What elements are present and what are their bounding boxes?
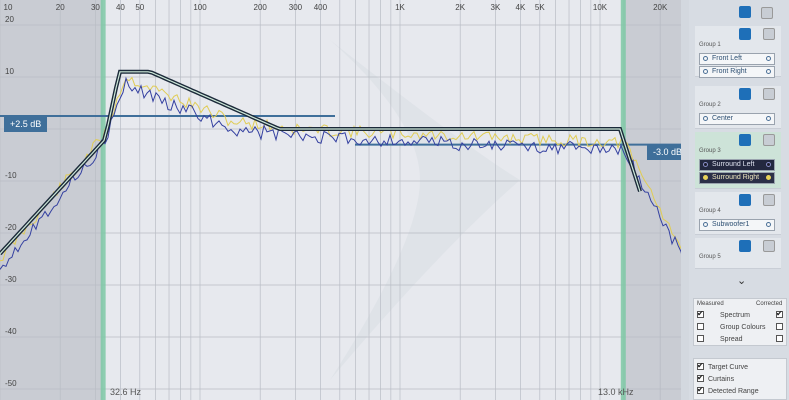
channel-subwoofer1[interactable]: Subwoofer1 xyxy=(699,219,775,231)
group-card-5[interactable]: Group 5 xyxy=(695,238,781,269)
channel-indicator-icon xyxy=(703,56,708,61)
channel-surround-right[interactable]: Surround Right xyxy=(699,172,775,184)
x-tick-label: 200 xyxy=(253,3,267,12)
x-tick-label: 300 xyxy=(288,3,303,12)
y-tick-label: 10 xyxy=(5,67,14,76)
y-tick-label: -10 xyxy=(5,171,17,180)
channel-indicator-icon xyxy=(766,222,771,227)
channel-indicator-icon xyxy=(766,69,771,74)
curtains-checkbox[interactable] xyxy=(697,373,704,382)
group-title: Group 4 xyxy=(699,208,721,214)
channel-indicator-icon xyxy=(766,162,771,167)
link-icon[interactable] xyxy=(763,28,775,40)
right-curtain xyxy=(622,0,689,400)
view-options-box: Measured Corrected Spectrum Group Colour… xyxy=(693,298,787,346)
x-tick-label: 2K xyxy=(455,3,466,12)
spectrum-measured-checkbox[interactable] xyxy=(697,309,704,318)
option-label: Group Colours xyxy=(720,324,766,331)
speaker-icon[interactable] xyxy=(739,194,751,206)
channel-indicator-icon xyxy=(766,116,771,121)
speaker-icon[interactable] xyxy=(739,240,751,252)
channel-label: Center xyxy=(712,115,734,122)
overlay-options-box: Target Curve Curtains Detected Range xyxy=(693,358,787,400)
y-tick-label: -40 xyxy=(5,327,17,336)
x-tick-label: 100 xyxy=(193,3,207,12)
channel-label: Front Right xyxy=(712,68,747,75)
x-tick-label: 10K xyxy=(592,3,608,12)
scroll-gutter xyxy=(681,0,689,400)
channel-indicator-icon xyxy=(703,175,708,180)
target-curve-checkbox[interactable] xyxy=(697,361,704,370)
corrected-header: Corrected xyxy=(756,301,783,307)
lower-cutoff-label: 32.6 Hz xyxy=(110,387,142,397)
channel-label: Surround Left xyxy=(712,161,755,168)
speaker-icon[interactable] xyxy=(739,6,751,18)
link-icon[interactable] xyxy=(763,240,775,252)
measured-header: Measured xyxy=(697,301,724,307)
x-tick-label: 3K xyxy=(490,3,501,12)
x-tick-label: 400 xyxy=(313,3,328,12)
spectrum-corrected-checkbox[interactable] xyxy=(776,309,783,318)
x-tick-label: 20K xyxy=(653,3,668,12)
group-card-4[interactable]: Group 4 Subwoofer1 xyxy=(695,192,781,235)
group-colours-corrected-checkbox[interactable] xyxy=(776,323,783,330)
spread-corrected-checkbox[interactable] xyxy=(776,335,783,342)
channel-indicator-icon xyxy=(703,69,708,74)
channel-indicator-icon xyxy=(766,175,771,180)
channel-center[interactable]: Center xyxy=(699,113,775,125)
y-tick-label: 20 xyxy=(5,15,14,24)
link-icon[interactable] xyxy=(761,7,773,19)
group-title: Group 5 xyxy=(699,254,721,260)
link-icon[interactable] xyxy=(763,134,775,146)
channel-surround-left[interactable]: Surround Left xyxy=(699,159,775,171)
link-icon[interactable] xyxy=(763,194,775,206)
graph-canvas[interactable] xyxy=(0,0,689,400)
spread-measured-checkbox[interactable] xyxy=(697,335,704,342)
x-tick-label: 30 xyxy=(90,3,100,12)
link-icon[interactable] xyxy=(763,88,775,100)
group-card-1[interactable]: Group 1 Front Left Front Right xyxy=(695,26,781,78)
detected-range-checkbox[interactable] xyxy=(697,385,704,394)
channel-label: Front Left xyxy=(712,55,742,62)
y-tick-label: -30 xyxy=(5,275,17,284)
group-title: Group 2 xyxy=(699,102,721,108)
channel-label: Surround Right xyxy=(712,174,760,181)
x-tick-label: 20 xyxy=(55,3,65,12)
channel-indicator-icon xyxy=(703,116,708,121)
group-title: Group 3 xyxy=(699,148,721,154)
speaker-icon[interactable] xyxy=(739,134,751,146)
channel-front-right[interactable]: Front Right xyxy=(699,66,775,78)
speaker-icon[interactable] xyxy=(739,28,751,40)
speaker-icon[interactable] xyxy=(739,88,751,100)
chevron-down-icon[interactable]: ⌄ xyxy=(737,274,746,287)
upper-cutoff-marker xyxy=(620,0,626,400)
upper-cutoff-label: 13.0 kHz xyxy=(598,387,634,397)
x-tick-label: 10 xyxy=(3,3,13,12)
x-tick-label: 50 xyxy=(135,3,145,12)
y-tick-label: -20 xyxy=(5,223,17,232)
group-title: Group 1 xyxy=(699,42,721,48)
option-label: Curtains xyxy=(708,376,735,383)
option-label: Target Curve xyxy=(708,364,749,371)
option-label: Spectrum xyxy=(720,312,750,319)
group-card-2[interactable]: Group 2 Center xyxy=(695,86,781,129)
channel-front-left[interactable]: Front Left xyxy=(699,53,775,65)
x-tick-label: 40 xyxy=(115,3,125,12)
channel-indicator-icon xyxy=(703,222,708,227)
option-label: Detected Range xyxy=(708,388,759,395)
y-tick-label: -50 xyxy=(5,379,17,388)
group-panel: Group 1 Front Left Front Right Group 2 C… xyxy=(689,0,789,400)
x-tick-label: 4K xyxy=(515,3,526,12)
frequency-response-plot[interactable]: 10 20 30 40 50 100 200 300 400 1K 2K 3K 4K 5K 10K 20K 2… xyxy=(0,0,689,400)
lower-cutoff-marker xyxy=(100,0,106,400)
channel-indicator-icon xyxy=(766,56,771,61)
left-level-handle[interactable]: +2.5 dB xyxy=(4,116,48,132)
option-label: Spread xyxy=(720,336,743,343)
x-tick-label: 5K xyxy=(534,3,545,12)
group-colours-measured-checkbox[interactable] xyxy=(697,323,704,330)
channel-label: Subwoofer1 xyxy=(712,221,750,228)
group-card-3[interactable]: Group 3 Surround Left Surround Right xyxy=(695,132,781,189)
channel-indicator-icon xyxy=(703,162,708,167)
x-tick-label: 1K xyxy=(395,3,405,12)
